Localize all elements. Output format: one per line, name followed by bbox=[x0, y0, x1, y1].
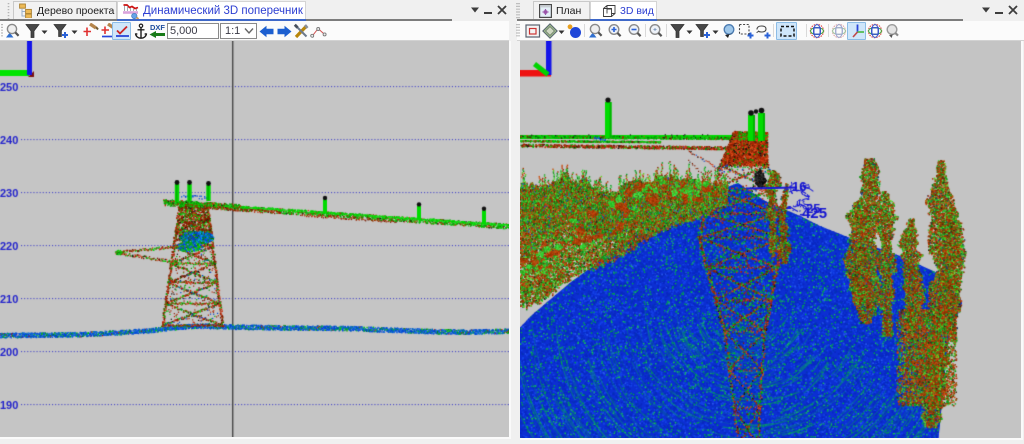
svg-text:DXF: DXF bbox=[150, 23, 165, 32]
